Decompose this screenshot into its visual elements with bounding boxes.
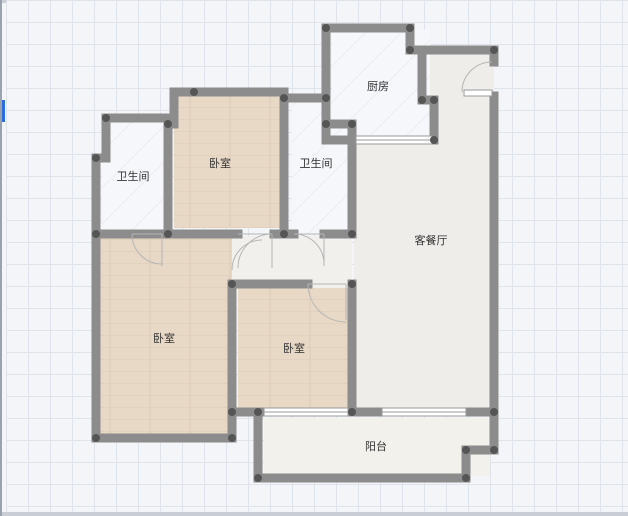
label-bathroom-mid: 卫生间 [300,156,333,170]
label-living-dining: 客餐厅 [415,233,448,247]
label-bedroom-top: 卧室 [209,156,231,170]
label-balcony: 阳台 [365,439,387,453]
label-bedroom-left: 卧室 [153,331,175,345]
floor-plan[interactable]: 厨房 卫生间 卧室 卫生间 客餐厅 卧室 卧室 阳台 [2,0,628,516]
app-frame: 厨房 卫生间 卧室 卫生间 客餐厅 卧室 卧室 阳台 [0,0,628,516]
label-kitchen: 厨房 [367,80,389,93]
label-bedroom-mid: 卧室 [283,341,305,355]
label-bathroom-left: 卫生间 [117,169,150,183]
window-balcony-door [463,89,493,97]
